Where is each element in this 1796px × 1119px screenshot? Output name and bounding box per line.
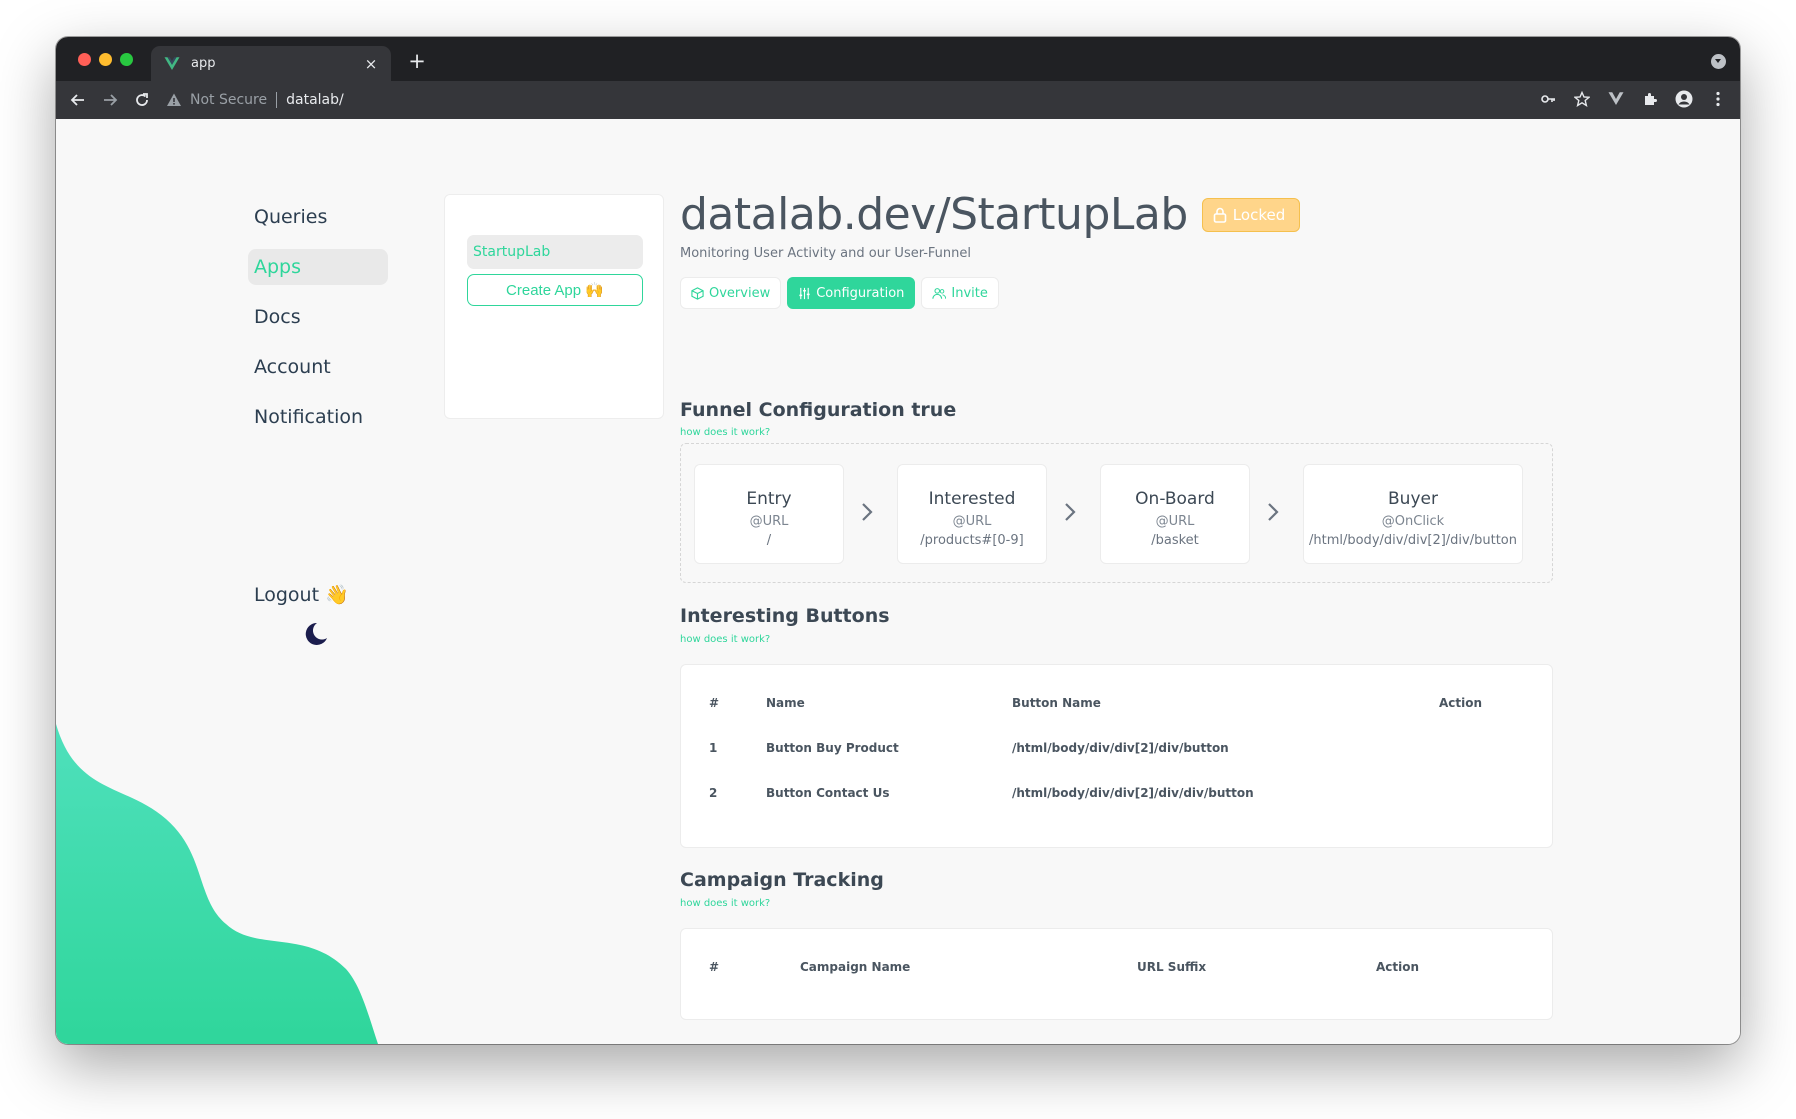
sidebar-item-queries[interactable]: Queries [248, 199, 388, 235]
tab-title: app [191, 56, 216, 71]
maximize-window-button[interactable] [120, 53, 133, 66]
tab-configuration[interactable]: Configuration [787, 277, 916, 309]
profile-icon[interactable] [1674, 89, 1694, 109]
buttons-help-link[interactable]: how does it work? [680, 634, 770, 645]
users-icon [932, 287, 947, 299]
key-icon[interactable] [1538, 89, 1558, 109]
chevron-right-icon [1268, 503, 1279, 521]
table-cell: 2 [709, 786, 718, 800]
security-status: Not Secure [190, 92, 268, 108]
tab-search-icon[interactable] [1711, 54, 1726, 69]
sidebar-item-docs[interactable]: Docs [248, 299, 388, 335]
toolbar-actions [1538, 89, 1728, 109]
column-header: URL Suffix [1137, 960, 1207, 974]
dark-mode-moon-icon[interactable] [303, 621, 329, 647]
sidebar-nav: Queries Apps Docs Account Notification [248, 199, 388, 449]
minimize-window-button[interactable] [99, 53, 112, 66]
column-header: # [709, 960, 720, 974]
funnel-help-link[interactable]: how does it work? [680, 427, 770, 438]
funnel-step-interested[interactable]: Interested @URL /products#[0-9] [897, 464, 1047, 564]
locked-badge[interactable]: Locked [1201, 197, 1301, 232]
chevron-right-icon [1065, 503, 1076, 521]
table-cell: 1 [709, 741, 718, 755]
column-header: Action [1439, 696, 1483, 710]
step-name: Entry [746, 489, 792, 509]
tab-bar: Overview Configuration Invite [680, 277, 1555, 309]
forward-icon[interactable] [98, 88, 122, 112]
address-bar[interactable]: Not Secure datalab/ [166, 85, 1566, 115]
app-item-startuplab[interactable]: StartupLab [467, 235, 643, 269]
url-text: datalab/ [286, 92, 344, 108]
step-value: /basket [1151, 533, 1199, 548]
apps-panel: StartupLab Create App 🙌 [444, 194, 664, 419]
page-subtitle: Monitoring User Activity and our User-Fu… [680, 246, 972, 261]
column-header: # [709, 696, 720, 710]
browser-tab[interactable]: app × [151, 46, 391, 81]
campaign-table: # Campaign Name URL Suffix Action [680, 928, 1553, 1020]
bookmark-star-icon[interactable] [1572, 89, 1592, 109]
browser-window: app × + Not Secure datalab/ Queries Apps… [56, 37, 1740, 1044]
page-title: datalab.dev/StartupLab [680, 189, 1188, 240]
funnel-steps: Entry @URL / Interested @URL /products#[… [680, 443, 1553, 583]
chevron-right-icon [862, 503, 873, 521]
warning-icon [167, 93, 181, 106]
column-header: Button Name [1012, 696, 1101, 710]
column-header: Name [766, 696, 805, 710]
create-app-button[interactable]: Create App 🙌 [467, 274, 643, 306]
step-value: /html/body/div/div[2]/div/button [1308, 533, 1517, 548]
more-menu-icon[interactable] [1708, 89, 1728, 109]
table-cell: /html/body/div/div[2]/div/div/button [1012, 786, 1254, 800]
close-tab-icon[interactable]: × [363, 55, 379, 73]
decorative-wave-blob [56, 724, 378, 1044]
funnel-step-buyer[interactable]: Buyer @OnClick /html/body/div/div[2]/div… [1303, 464, 1523, 564]
step-name: Interested [928, 489, 1016, 509]
locked-label: Locked [1232, 205, 1286, 224]
extensions-icon[interactable] [1640, 89, 1660, 109]
tab-overview[interactable]: Overview [680, 277, 782, 309]
sidebar-item-apps[interactable]: Apps [248, 249, 388, 285]
step-type: @URL [1155, 514, 1195, 529]
sidebar-item-account[interactable]: Account [248, 349, 388, 385]
logout-button[interactable]: Logout 👋 [248, 577, 355, 612]
buttons-title: Interesting Buttons [680, 605, 890, 627]
funnel-step-onboard[interactable]: On-Board @URL /basket [1100, 464, 1250, 564]
step-name: Buyer [1388, 489, 1438, 509]
cube-icon [691, 286, 704, 300]
vue-logo-icon [164, 56, 180, 70]
tab-overview-label: Overview [709, 285, 771, 301]
funnel-step-entry[interactable]: Entry @URL / [694, 464, 844, 564]
step-type: @OnClick [1381, 514, 1445, 529]
main-panel: datalab.dev/StartupLab Locked Monitoring… [680, 189, 1555, 1020]
table-cell: Button Buy Product [766, 741, 899, 755]
tab-invite[interactable]: Invite [921, 277, 999, 309]
column-header: Campaign Name [800, 960, 911, 974]
step-type: @URL [749, 514, 789, 529]
vue-devtools-icon[interactable] [1606, 89, 1626, 109]
table-cell: Button Contact Us [766, 786, 890, 800]
browser-toolbar: Not Secure datalab/ [56, 81, 1740, 119]
step-value: /products#[0-9] [920, 533, 1024, 548]
reload-icon[interactable] [130, 88, 154, 112]
sliders-icon [799, 287, 810, 299]
tab-configuration-label: Configuration [816, 285, 905, 301]
step-name: On-Board [1135, 489, 1215, 509]
step-type: @URL [952, 514, 992, 529]
page-content: Queries Apps Docs Account Notification L… [56, 119, 1740, 1044]
column-header: Action [1376, 960, 1420, 974]
window-controls [78, 53, 133, 66]
campaign-title: Campaign Tracking [680, 869, 884, 891]
tab-invite-label: Invite [951, 285, 988, 301]
step-value: / [766, 533, 772, 548]
funnel-title: Funnel Configuration true [680, 399, 957, 421]
close-window-button[interactable] [78, 53, 91, 66]
lock-icon [1213, 207, 1227, 223]
campaign-help-link[interactable]: how does it work? [680, 898, 770, 909]
back-icon[interactable] [66, 88, 90, 112]
tab-strip: app × + [56, 37, 1740, 81]
sidebar-item-notification[interactable]: Notification [248, 399, 388, 435]
table-cell: /html/body/div/div[2]/div/button [1012, 741, 1229, 755]
new-tab-button[interactable]: + [406, 49, 428, 73]
buttons-table: # Name Button Name Action 1 Button Buy P… [680, 664, 1553, 848]
